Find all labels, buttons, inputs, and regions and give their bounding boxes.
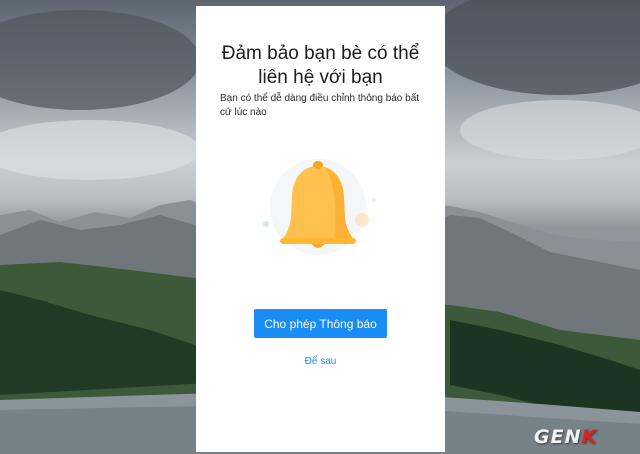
genk-watermark-logo: GENK bbox=[534, 426, 597, 448]
bell-icon bbox=[263, 159, 376, 255]
bell-illustration bbox=[256, 152, 386, 272]
later-link[interactable]: Để sau bbox=[196, 356, 445, 367]
logo-text: GEN bbox=[534, 426, 582, 448]
allow-notifications-button[interactable]: Cho phép Thông báo bbox=[254, 309, 387, 338]
dialog-subtitle: Bạn có thể dễ dàng điều chỉnh thông báo … bbox=[220, 93, 420, 118]
notification-permission-dialog: Đảm bảo bạn bè có thể liên hệ với bạn Bạ… bbox=[196, 6, 445, 452]
dialog-title: Đảm bảo bạn bè có thể liên hệ với bạn bbox=[196, 42, 445, 90]
dialog-title-line-1: Đảm bảo bạn bè có thể bbox=[221, 43, 420, 64]
logo-accent-letter: K bbox=[581, 426, 598, 448]
dialog-title-line-2: liên hệ với bạn bbox=[258, 67, 383, 88]
